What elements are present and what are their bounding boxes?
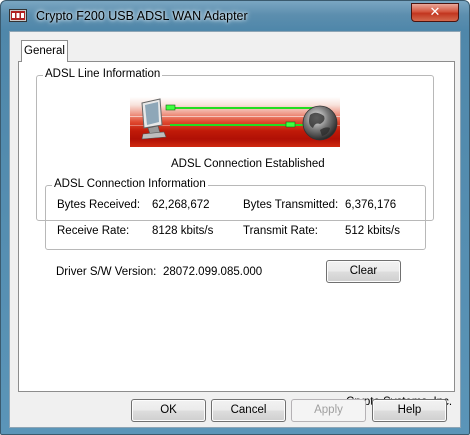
clear-button[interactable]: Clear bbox=[326, 260, 401, 283]
bytes-transmitted-value: 6,376,176 bbox=[345, 199, 397, 211]
bytes-received-label: Bytes Received: bbox=[57, 199, 141, 211]
driver-version-value: 28072.099.085.000 bbox=[163, 266, 263, 278]
help-button[interactable]: Help bbox=[372, 399, 447, 422]
driver-version-label: Driver S/W Version: bbox=[56, 266, 157, 278]
window-title: Crypto F200 USB ADSL WAN Adapter bbox=[36, 9, 248, 23]
adsl-line-information-group: ADSL Line Information ADSL Connection Es… bbox=[36, 68, 434, 250]
receive-rate-value: 8128 kbits/s bbox=[152, 225, 214, 237]
cancel-button[interactable]: Cancel bbox=[211, 399, 286, 422]
adsl-line-information-label: ADSL Line Information bbox=[43, 68, 163, 80]
receive-rate-label: Receive Rate: bbox=[57, 225, 130, 237]
ok-button[interactable]: OK bbox=[131, 399, 206, 422]
transmit-rate-value: 512 kbits/s bbox=[345, 225, 400, 237]
bytes-transmitted-label: Bytes Transmitted: bbox=[243, 199, 339, 211]
bytes-received-value: 62,268,672 bbox=[152, 199, 210, 211]
close-button[interactable]: ✕ bbox=[411, 3, 459, 22]
dialog-client-area: General ADSL Line Information ADSL Conne… bbox=[9, 31, 461, 428]
tab-general[interactable]: General bbox=[21, 40, 68, 62]
network-adapter-icon bbox=[9, 9, 27, 22]
adsl-connection-information-group: ADSL Connection Information Bytes Receiv… bbox=[45, 178, 426, 250]
adsl-connection-information-label: ADSL Connection Information bbox=[52, 178, 208, 190]
apply-button[interactable]: Apply bbox=[291, 399, 366, 422]
transmit-rate-label: Transmit Rate: bbox=[243, 225, 318, 237]
connection-status: ADSL Connection Established bbox=[171, 158, 325, 170]
title-bar[interactable]: Crypto F200 USB ADSL WAN Adapter ✕ bbox=[1, 1, 469, 30]
general-tab-panel: ADSL Line Information ADSL Connection Es… bbox=[18, 61, 455, 408]
dialog-window: Crypto F200 USB ADSL WAN Adapter ✕ Gener… bbox=[0, 0, 470, 435]
monitor-to-globe-connection-icon bbox=[130, 97, 340, 147]
close-icon: ✕ bbox=[429, 5, 441, 20]
